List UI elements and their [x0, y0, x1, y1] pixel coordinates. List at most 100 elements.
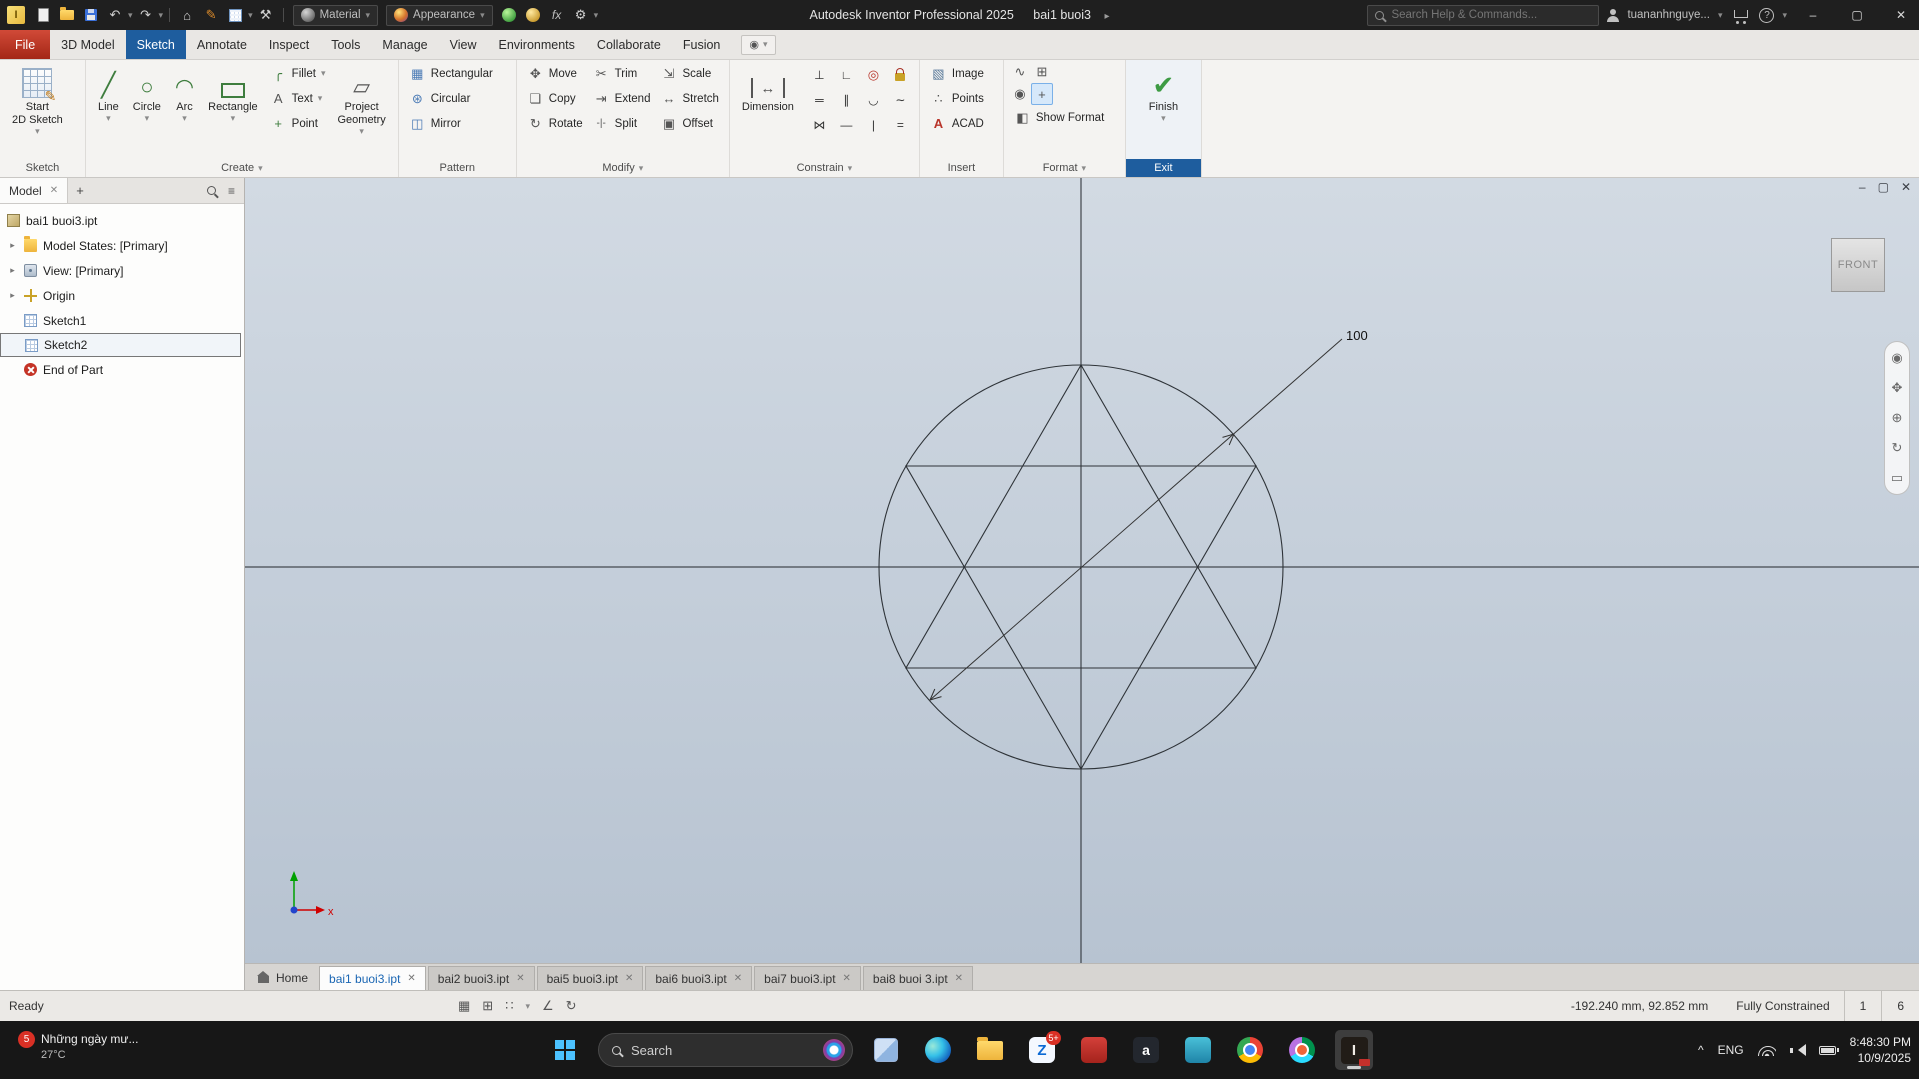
close-icon[interactable]: ✕	[407, 973, 415, 984]
ribbon-display-options[interactable]: ◉ ▾	[741, 34, 776, 55]
stretch-tool[interactable]: ↔ Stretch	[655, 86, 723, 111]
close-button[interactable]: ✕	[1883, 0, 1919, 30]
zalo-button[interactable]: Z 5+	[1023, 1030, 1061, 1070]
line-tool[interactable]: ╱ Line ▾	[91, 61, 126, 123]
media-app-button[interactable]	[1075, 1030, 1113, 1070]
graphics-canvas[interactable]: 100 x – ▢ ✕ FRONT ◉ ✥ ⊕ ↻ ▭	[245, 178, 1919, 963]
tab-file[interactable]: File	[0, 30, 51, 59]
arc-tool[interactable]: ◠ Arc ▾	[168, 61, 201, 123]
start-button[interactable]	[546, 1030, 584, 1070]
appearance-dropdown[interactable]: Appearance ▾	[386, 4, 493, 26]
speaker-icon[interactable]	[1789, 1043, 1806, 1057]
settings-button[interactable]: ⚙	[570, 3, 592, 27]
rotate-tool[interactable]: ↻ Rotate	[522, 111, 588, 136]
weather-widget[interactable]: 5 Những ngày mư... 27°C	[10, 1021, 146, 1079]
collinear-constraint-icon[interactable]: ═	[806, 87, 833, 112]
expand-caret-icon[interactable]: ▸	[7, 290, 18, 301]
tab-view[interactable]: View	[439, 30, 488, 59]
task-view-button[interactable]	[867, 1030, 905, 1070]
add-browser-tab-button[interactable]: +	[68, 183, 92, 198]
taskbar-clock[interactable]: 8:48:30 PM 10/9/2025	[1850, 1034, 1911, 1066]
project-geometry-tool[interactable]: ▱ Project Geometry ▾	[330, 61, 392, 136]
tangent-constraint-icon[interactable]: ◡	[860, 87, 887, 112]
battery-icon[interactable]	[1818, 1045, 1839, 1055]
doc-minimize-icon[interactable]: –	[1859, 180, 1866, 194]
vertical-constraint-icon[interactable]: |	[860, 112, 887, 137]
mirror-tool[interactable]: ◫ Mirror	[404, 111, 498, 136]
minimize-button[interactable]: –	[1795, 0, 1831, 30]
coincident-constraint-icon[interactable]: ∟	[833, 62, 860, 87]
tab-fusion[interactable]: Fusion	[672, 30, 732, 59]
browser-search-icon[interactable]	[206, 186, 216, 195]
dimension-tool[interactable]: ↔ Dimension	[735, 61, 801, 114]
doc-restore-icon[interactable]: ▢	[1878, 180, 1889, 194]
expand-caret-icon[interactable]: ▸	[7, 265, 18, 276]
close-icon[interactable]: ✕	[734, 973, 742, 984]
home-tab[interactable]: Home	[249, 966, 317, 990]
doc-tab-bai5[interactable]: bai5 buoi3.ipt ✕	[536, 966, 644, 990]
symmetric-constraint-icon[interactable]: ⋈	[806, 112, 833, 137]
close-icon[interactable]: ✕	[516, 973, 524, 984]
tab-collaborate[interactable]: Collaborate	[586, 30, 672, 59]
browser-tab-model[interactable]: Model ✕	[0, 178, 69, 203]
look-at-icon[interactable]: ▭	[1891, 470, 1903, 486]
tray-expand-icon[interactable]: ^	[1698, 1043, 1704, 1057]
inventor-taskbar-button[interactable]: I	[1335, 1030, 1373, 1070]
tab-annotate[interactable]: Annotate	[186, 30, 258, 59]
extend-tool[interactable]: ⇥ Extend	[588, 86, 656, 111]
fillet-tool[interactable]: ╭ Fillet ▾	[265, 61, 331, 86]
group-expand-icon[interactable]: ▾	[258, 163, 263, 173]
taskbar-search[interactable]: Search	[598, 1033, 853, 1067]
rectangle-tool[interactable]: Rectangle ▾	[201, 61, 265, 123]
point-tool[interactable]: + Point	[265, 111, 331, 136]
acad-tool[interactable]: A ACAD	[925, 111, 989, 136]
material-dropdown[interactable]: Material ▾	[292, 4, 379, 26]
browser2-button[interactable]	[1283, 1030, 1321, 1070]
sketch-dropdown-icon[interactable]: ▾	[248, 10, 253, 20]
doc-tab-bai8[interactable]: bai8 buoi 3.ipt ✕	[862, 966, 974, 990]
tab-sketch[interactable]: Sketch	[125, 30, 186, 59]
group-expand-icon[interactable]: ▾	[848, 163, 853, 173]
format-table-icon[interactable]: ⊞	[1031, 61, 1053, 83]
parallel-constraint-icon[interactable]: ∥	[833, 87, 860, 112]
image-tool[interactable]: ▧ Image	[925, 61, 989, 86]
sketch-canvas[interactable]: 100 x	[245, 178, 1919, 963]
tree-item-origin[interactable]: ▸ Origin	[0, 283, 244, 308]
tab-3d-model[interactable]: 3D Model	[50, 30, 126, 59]
measure-icon[interactable]: ∠	[542, 998, 554, 1014]
move-tool[interactable]: ✥ Move	[522, 61, 588, 86]
split-tool[interactable]: -|- Split	[588, 111, 656, 136]
inventor-app-icon[interactable]: I	[7, 6, 25, 24]
teal-app-button[interactable]	[1179, 1030, 1217, 1070]
concentric-constraint-icon[interactable]: ◎	[860, 62, 887, 87]
horizontal-constraint-icon[interactable]: ―	[833, 112, 860, 137]
full-navigation-wheel-icon[interactable]: ◉	[1891, 350, 1902, 366]
undo-dropdown-icon[interactable]: ▾	[128, 10, 133, 20]
doc-close-icon[interactable]: ✕	[1901, 180, 1911, 194]
sketch-grid-button[interactable]	[224, 3, 246, 27]
help-search-box[interactable]	[1367, 4, 1600, 26]
circular-pattern-tool[interactable]: ⊛ Circular	[404, 86, 498, 111]
precise-input-icon[interactable]: ∷	[505, 998, 513, 1014]
sketch-edit-button[interactable]: ✎	[200, 3, 222, 27]
adjust-material-button[interactable]	[498, 3, 520, 27]
copy-tool[interactable]: ❏ Copy	[522, 86, 588, 111]
format-line-icon[interactable]: ∿	[1009, 61, 1031, 83]
user-dropdown-icon[interactable]: ▾	[1718, 10, 1723, 20]
doc-tab-bai1[interactable]: bai1 buoi3.ipt ✕	[319, 966, 426, 990]
trim-tool[interactable]: ✂ Trim	[588, 61, 656, 86]
doc-tab-bai7[interactable]: bai7 buoi3.ipt ✕	[754, 966, 861, 990]
store-cart-icon[interactable]	[1733, 9, 1749, 24]
close-icon[interactable]: ✕	[843, 973, 851, 984]
tree-item-view[interactable]: ▸ View: [Primary]	[0, 258, 244, 283]
edge-button[interactable]	[919, 1030, 957, 1070]
offset-tool[interactable]: ▣ Offset	[655, 111, 723, 136]
language-indicator[interactable]: ENG	[1718, 1043, 1744, 1057]
tree-item-sketch1[interactable]: Sketch1	[0, 308, 244, 333]
wifi-icon[interactable]	[1757, 1044, 1776, 1056]
text-tool[interactable]: A Text ▾	[265, 86, 331, 111]
scale-tool[interactable]: ⇲ Scale	[655, 61, 723, 86]
close-icon[interactable]: ✕	[625, 973, 633, 984]
parameters-button[interactable]: fx	[546, 3, 568, 27]
lock-constraint-icon[interactable]	[887, 62, 914, 87]
